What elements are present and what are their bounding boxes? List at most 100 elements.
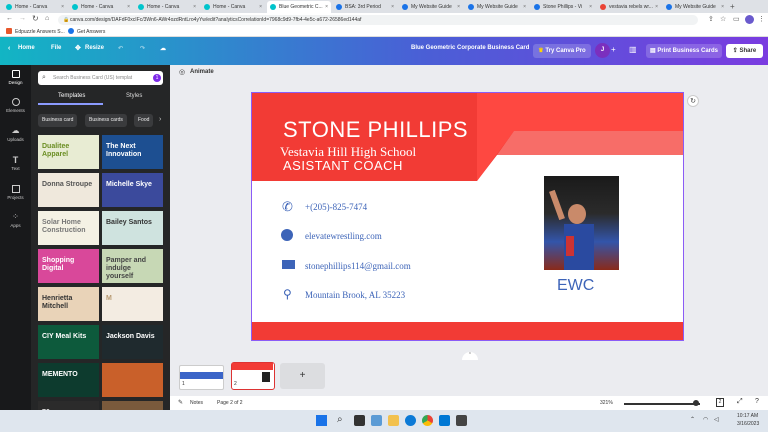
template-thumbnail[interactable]: Shopping Digital bbox=[38, 249, 99, 283]
clock-date[interactable]: 3/16/2023 bbox=[737, 421, 759, 427]
card-phone[interactable]: +(205)-825-7474 bbox=[305, 202, 367, 212]
chip-business-cards[interactable]: Business cards bbox=[85, 114, 127, 127]
browser-tab[interactable]: My Website Guide × bbox=[465, 1, 529, 13]
tab-close-icon[interactable]: × bbox=[457, 4, 460, 10]
browser-tab[interactable]: Stone Phillips - Vi × bbox=[531, 1, 595, 13]
reload-icon[interactable]: ↻ bbox=[32, 14, 39, 23]
browser-tab[interactable]: Blue Geometric C... × bbox=[267, 1, 331, 13]
card-role[interactable]: ASISTANT COACH bbox=[283, 158, 403, 173]
template-thumbnail[interactable] bbox=[102, 363, 163, 397]
bookmark-star-icon[interactable]: ☆ bbox=[720, 15, 726, 23]
forward-icon[interactable]: → bbox=[19, 15, 26, 22]
browser-tab[interactable]: Home - Canva × bbox=[201, 1, 265, 13]
try-canva-pro-button[interactable]: ♛ Try Canva Pro bbox=[533, 44, 591, 58]
add-collaborator-icon[interactable]: + bbox=[611, 45, 616, 54]
tab-styles[interactable]: Styles bbox=[126, 93, 142, 99]
tray-chevron-icon[interactable]: ⌃ bbox=[690, 416, 695, 423]
back-chevron-icon[interactable]: ‹ bbox=[8, 45, 10, 52]
template-thumbnail[interactable]: Michelle Skye bbox=[102, 173, 163, 207]
template-thumbnail[interactable]: CIY Meal Kits bbox=[38, 325, 99, 359]
volume-icon[interactable]: ◁ bbox=[714, 416, 719, 423]
rail-design[interactable]: Design bbox=[0, 70, 31, 85]
browser-tab[interactable]: My Website Guide × bbox=[663, 1, 727, 13]
business-card[interactable]: STONE PHILLIPS Vestavia Hill High School… bbox=[251, 92, 684, 341]
rail-uploads[interactable]: ☁ Uploads bbox=[0, 127, 31, 143]
add-page-button[interactable]: + bbox=[280, 363, 325, 389]
card-logo-text[interactable]: EWC bbox=[557, 277, 594, 295]
tab-close-icon[interactable]: × bbox=[655, 4, 658, 10]
template-thumbnail[interactable]: Jackson Davis bbox=[102, 325, 163, 359]
tab-close-icon[interactable]: × bbox=[391, 4, 394, 10]
browser-tab[interactable]: Home - Canva × bbox=[135, 1, 199, 13]
card-name[interactable]: STONE PHILLIPS bbox=[283, 117, 468, 143]
back-icon[interactable]: ← bbox=[6, 15, 13, 22]
tab-close-icon[interactable]: × bbox=[259, 4, 262, 10]
tab-close-icon[interactable]: × bbox=[325, 4, 328, 10]
chips-next-icon[interactable]: › bbox=[159, 116, 161, 123]
rail-text[interactable]: T Text bbox=[0, 156, 31, 172]
athlete-photo[interactable] bbox=[544, 176, 619, 270]
template-thumbnail[interactable]: Henrietta Mitchell bbox=[38, 287, 99, 321]
chip-food[interactable]: Food bbox=[134, 114, 154, 127]
tab-templates[interactable]: Templates bbox=[58, 93, 85, 99]
mail-icon[interactable] bbox=[439, 415, 450, 426]
zoom-slider-track[interactable] bbox=[624, 403, 700, 405]
redo-icon[interactable]: ↷ bbox=[140, 45, 145, 52]
tab-close-icon[interactable]: × bbox=[589, 4, 592, 10]
bookmark-edpuzzle[interactable]: Edpuzzle Answers S... bbox=[15, 29, 65, 35]
animate-button[interactable]: Animate bbox=[190, 69, 214, 75]
page-count-icon[interactable]: 2 bbox=[716, 398, 724, 407]
clock-time[interactable]: 10:17 AM bbox=[737, 413, 758, 419]
wifi-icon[interactable]: ◠ bbox=[703, 416, 708, 423]
tab-close-icon[interactable]: × bbox=[61, 4, 64, 10]
card-address[interactable]: Mountain Brook, AL 35223 bbox=[305, 290, 405, 300]
task-view-icon[interactable] bbox=[354, 415, 365, 426]
share-page-icon[interactable]: ⇪ bbox=[708, 15, 714, 23]
menu-icon[interactable]: ⋮ bbox=[758, 15, 765, 23]
template-thumbnail[interactable]: Solar Home Construction bbox=[38, 211, 99, 245]
share-button[interactable]: ⇪ Share bbox=[726, 44, 763, 58]
template-thumbnail[interactable]: M bbox=[102, 287, 163, 321]
help-icon[interactable]: ? bbox=[755, 398, 759, 405]
refresh-icon[interactable]: ↻ bbox=[687, 95, 699, 107]
profile-avatar[interactable] bbox=[745, 15, 754, 24]
search-taskbar-icon[interactable]: ⌕ bbox=[337, 414, 343, 425]
zoom-level[interactable]: 321% bbox=[600, 400, 613, 406]
print-business-cards-button[interactable]: ▤ Print Business Cards bbox=[646, 44, 722, 58]
tab-close-icon[interactable]: × bbox=[193, 4, 196, 10]
undo-icon[interactable]: ↶ bbox=[118, 45, 123, 52]
rail-apps[interactable]: ⁘ Apps bbox=[0, 213, 31, 229]
template-thumbnail[interactable]: Bailey Santos bbox=[102, 211, 163, 245]
tab-close-icon[interactable]: × bbox=[127, 4, 130, 10]
rail-projects[interactable]: Projects bbox=[0, 185, 31, 200]
lock-icon[interactable]: 🔒 bbox=[63, 17, 69, 23]
browser-tab[interactable]: BSA: 3rd Period × bbox=[333, 1, 397, 13]
rail-elements[interactable]: Elements bbox=[0, 98, 31, 113]
page-thumb-2[interactable]: 2 bbox=[231, 362, 275, 390]
card-email[interactable]: stonephillips114@gmail.com bbox=[305, 261, 411, 271]
user-avatar[interactable]: J bbox=[595, 43, 610, 58]
template-thumbnail[interactable]: The Next Innovation bbox=[102, 135, 163, 169]
page-thumb-1[interactable]: 1 bbox=[179, 365, 224, 390]
browser-tab[interactable]: Home - Canva × bbox=[69, 1, 133, 13]
browser-tab[interactable]: My Website Guide × bbox=[399, 1, 463, 13]
url-field[interactable]: canva.com/design/DAFdF0xcIFc/3Wn6-AWr4oz… bbox=[58, 15, 698, 25]
template-thumbnail[interactable]: MEMENTO bbox=[38, 363, 99, 397]
file-menu[interactable]: File bbox=[51, 45, 61, 51]
template-search-input[interactable]: ⌕ Search Business Card (US) templat 1 bbox=[38, 71, 163, 85]
resize-menu[interactable]: Resize bbox=[85, 45, 104, 51]
card-website[interactable]: elevatewrestling.com bbox=[305, 231, 382, 241]
template-thumbnail[interactable]: Donna Stroupe bbox=[38, 173, 99, 207]
windows-start-icon[interactable] bbox=[316, 415, 327, 426]
notes-button[interactable]: Notes bbox=[190, 400, 203, 406]
fullscreen-icon[interactable]: ⤢ bbox=[737, 398, 743, 406]
template-thumbnail[interactable] bbox=[102, 401, 163, 410]
file-explorer-icon[interactable] bbox=[388, 415, 399, 426]
widgets-icon[interactable] bbox=[371, 415, 382, 426]
chrome-icon[interactable] bbox=[422, 415, 433, 426]
bookmark-get-answers[interactable]: Get Answers bbox=[77, 29, 105, 35]
store-icon[interactable] bbox=[456, 415, 467, 426]
template-thumbnail[interactable]: Dualitee Apparel bbox=[38, 135, 99, 169]
design-title[interactable]: Blue Geometric Corporate Business Card bbox=[411, 45, 529, 51]
edge-icon[interactable] bbox=[405, 415, 416, 426]
